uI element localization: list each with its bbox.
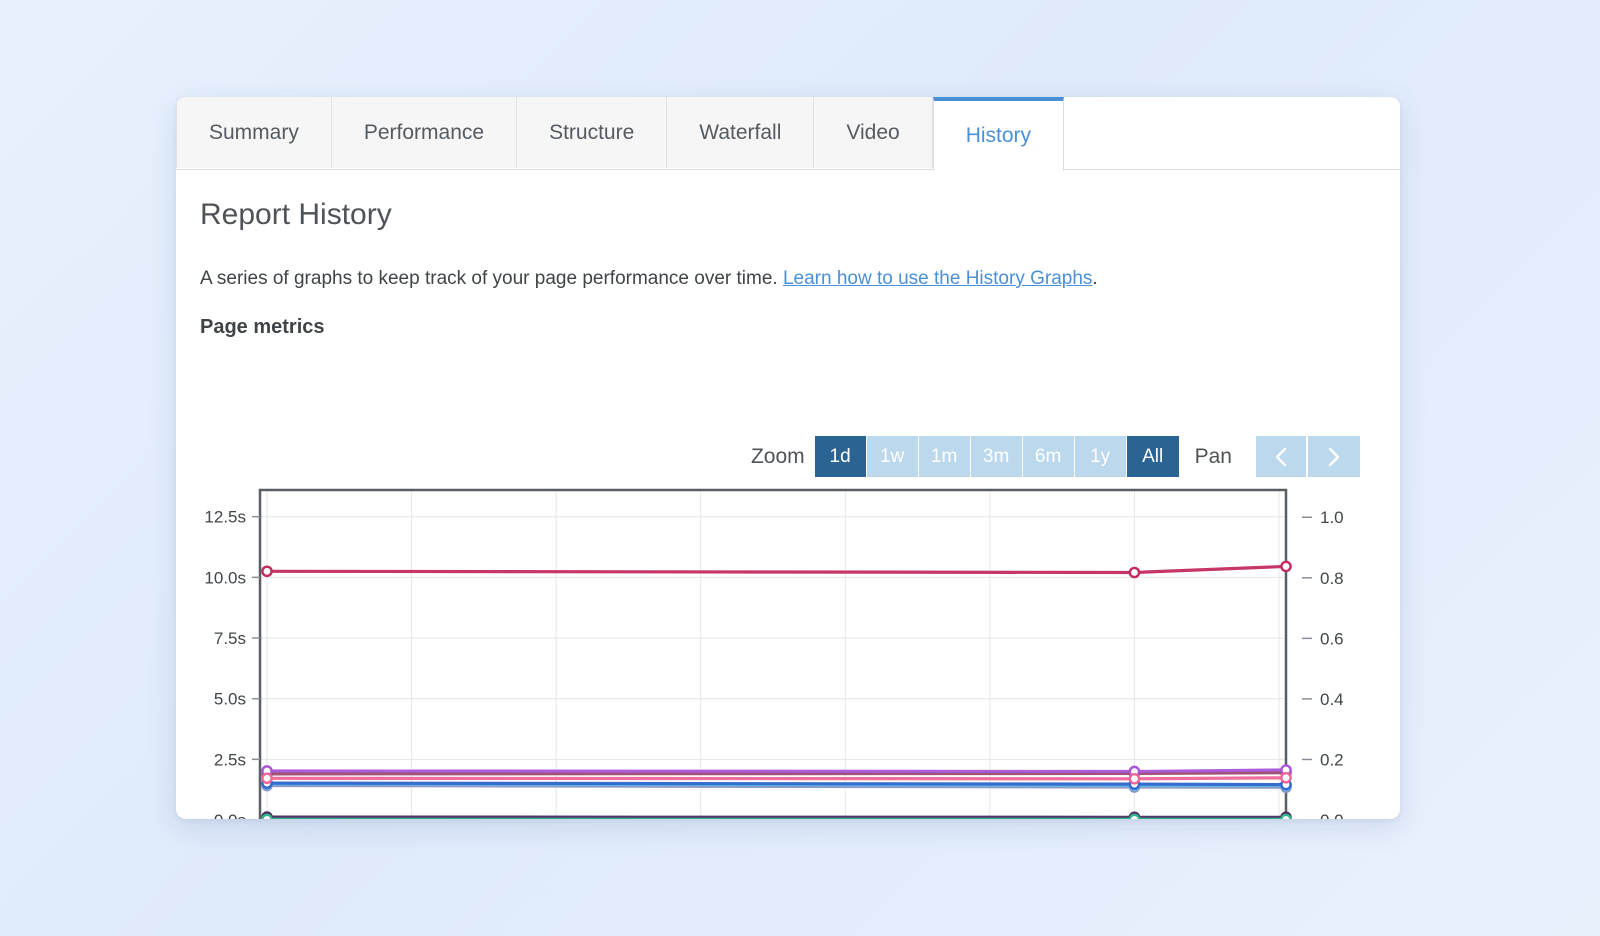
zoom-button-6m[interactable]: 6m bbox=[1023, 436, 1075, 477]
chevron-left-icon bbox=[1271, 445, 1291, 469]
svg-text:0.0: 0.0 bbox=[1320, 811, 1344, 819]
chart-canvas: 0.0s2.5s5.0s7.5s10.0s12.5s0.00.20.40.60.… bbox=[190, 476, 1386, 819]
tab-video[interactable]: Video bbox=[814, 97, 932, 168]
tab-list: Summary Performance Structure Waterfall Vide… bbox=[176, 97, 1400, 170]
svg-text:5.0s: 5.0s bbox=[214, 690, 246, 709]
tab-label: Performance bbox=[364, 121, 484, 145]
svg-text:0.8: 0.8 bbox=[1320, 569, 1344, 588]
intro-text: A series of graphs to keep track of your… bbox=[200, 268, 1386, 290]
pan-next-button[interactable] bbox=[1308, 436, 1360, 477]
svg-text:10.0s: 10.0s bbox=[204, 568, 246, 587]
svg-text:0.4: 0.4 bbox=[1320, 690, 1344, 709]
svg-text:0.2: 0.2 bbox=[1320, 750, 1344, 769]
zoom-button-label: 3m bbox=[983, 446, 1009, 468]
pan-label: Pan bbox=[1179, 445, 1242, 469]
svg-text:2.5s: 2.5s bbox=[214, 750, 246, 769]
tab-summary[interactable]: Summary bbox=[176, 97, 332, 168]
tab-bar: Summary Performance Structure Waterfall Vide… bbox=[176, 97, 1400, 170]
pan-button-group bbox=[1256, 436, 1360, 477]
page-metrics-chart[interactable]: 0.0s2.5s5.0s7.5s10.0s12.5s0.00.20.40.60.… bbox=[190, 476, 1386, 819]
history-graphs-help-link[interactable]: Learn how to use the History Graphs bbox=[783, 268, 1092, 289]
tab-label: Summary bbox=[209, 121, 299, 145]
tab-performance[interactable]: Performance bbox=[332, 97, 517, 168]
page-title: Report History bbox=[200, 198, 1386, 232]
chevron-right-icon bbox=[1324, 445, 1344, 469]
svg-text:1.0: 1.0 bbox=[1320, 508, 1344, 527]
tab-structure[interactable]: Structure bbox=[517, 97, 667, 168]
zoom-button-1y[interactable]: 1y bbox=[1075, 436, 1127, 477]
svg-text:0.0s: 0.0s bbox=[214, 811, 246, 819]
svg-text:7.5s: 7.5s bbox=[214, 629, 246, 648]
report-card: Summary Performance Structure Waterfall Vide… bbox=[176, 97, 1400, 819]
tab-waterfall[interactable]: Waterfall bbox=[667, 97, 814, 168]
tab-label: Structure bbox=[549, 121, 634, 145]
tab-bar-filler bbox=[1064, 97, 1400, 170]
tab-label: Waterfall bbox=[699, 121, 781, 145]
section-title-page-metrics: Page metrics bbox=[200, 316, 1386, 339]
zoom-button-1d[interactable]: 1d bbox=[815, 436, 867, 477]
zoom-button-1m[interactable]: 1m bbox=[919, 436, 971, 477]
zoom-button-group: 1d 1w 1m 3m 6m 1y All bbox=[815, 436, 1179, 477]
tab-label: Video bbox=[846, 121, 899, 145]
chart-y-axis-left: 0.0s 2.5s 5.0s 7.5s 10.0s 12.5s bbox=[204, 508, 260, 819]
zoom-button-label: 1m bbox=[931, 446, 957, 468]
zoom-button-label: 1d bbox=[830, 446, 851, 468]
chart-series-fully-loaded bbox=[262, 562, 1290, 577]
chart-y-axis-right: 0.0 0.2 0.4 0.6 0.8 1.0 bbox=[1302, 508, 1344, 819]
chart-range-controls: Zoom 1d 1w 1m 3m 6m 1y All Pan bbox=[751, 436, 1360, 477]
pan-prev-button[interactable] bbox=[1256, 436, 1308, 477]
svg-text:0.6: 0.6 bbox=[1320, 629, 1344, 648]
zoom-button-1w[interactable]: 1w bbox=[867, 436, 919, 477]
zoom-button-3m[interactable]: 3m bbox=[971, 436, 1023, 477]
svg-text:12.5s: 12.5s bbox=[204, 508, 246, 527]
report-content: Report History A series of graphs to kee… bbox=[176, 198, 1400, 339]
zoom-button-label: 1y bbox=[1090, 446, 1110, 468]
zoom-button-All[interactable]: All bbox=[1127, 436, 1179, 477]
tab-history[interactable]: History bbox=[933, 97, 1064, 171]
chart-series-group bbox=[262, 562, 1290, 819]
intro-text-before: A series of graphs to keep track of your… bbox=[200, 268, 783, 289]
tab-label: History bbox=[966, 124, 1031, 148]
zoom-label: Zoom bbox=[751, 445, 815, 469]
intro-text-after: . bbox=[1092, 268, 1097, 289]
zoom-button-label: All bbox=[1142, 446, 1163, 468]
zoom-button-label: 6m bbox=[1035, 446, 1061, 468]
zoom-button-label: 1w bbox=[880, 446, 904, 468]
